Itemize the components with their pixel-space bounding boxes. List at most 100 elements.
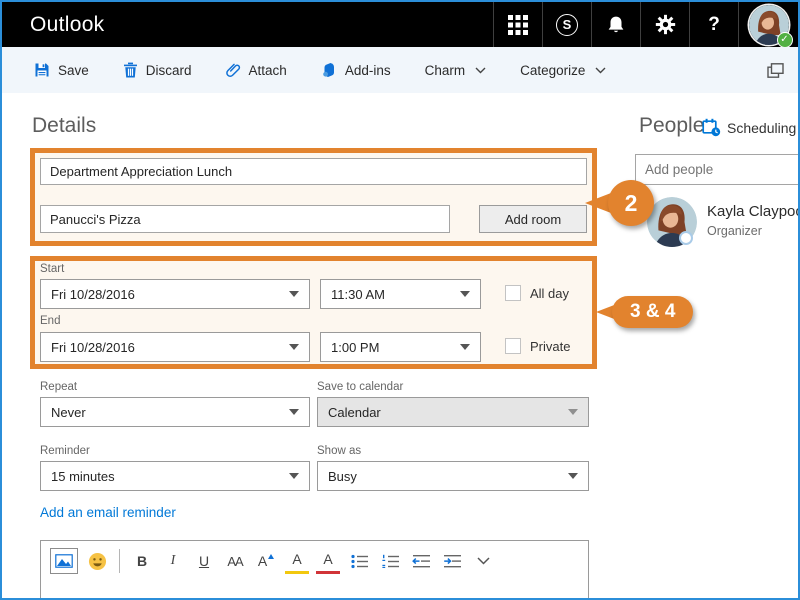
settings-button[interactable] (640, 2, 689, 47)
private-checkbox[interactable] (505, 338, 521, 354)
notifications-button[interactable] (591, 2, 640, 47)
bullet-list-button[interactable] (347, 548, 371, 574)
people-heading: People (639, 114, 705, 137)
chevron-down-icon (595, 67, 606, 73)
repeat-label: Repeat (40, 381, 78, 393)
event-location-input[interactable] (40, 205, 450, 233)
end-time-value: 1:00 PM (331, 339, 380, 355)
addins-icon (323, 63, 334, 77)
repeat-dropdown[interactable]: Never (40, 397, 310, 427)
command-bar: Save Discard Attach Add-ins Charm Catego… (2, 47, 798, 93)
add-room-label: Add room (504, 211, 562, 227)
bold-glyph: B (136, 553, 148, 569)
end-date-dropdown[interactable]: Fri 10/28/2016 (40, 332, 310, 362)
font-size-button[interactable]: A (254, 548, 278, 574)
skype-button[interactable]: S (542, 2, 591, 47)
scheduling-calendar-icon (702, 118, 721, 137)
save-to-calendar-dropdown: Calendar (317, 397, 589, 427)
dropdown-caret-icon (289, 409, 299, 415)
start-date-dropdown[interactable]: Fri 10/28/2016 (40, 279, 310, 309)
reminder-dropdown[interactable]: 15 minutes (40, 461, 310, 491)
add-room-button[interactable]: Add room (479, 205, 587, 233)
dropdown-caret-icon (568, 409, 578, 415)
insert-image-button[interactable] (50, 548, 78, 574)
start-time-value: 11:30 AM (331, 286, 385, 302)
attendee-name: Kayla Claypool (707, 203, 800, 220)
dropdown-caret-icon (289, 291, 299, 297)
toolbar-divider (119, 549, 120, 573)
indent-icon (443, 554, 461, 567)
bold-button[interactable]: B (130, 548, 154, 574)
app-launcher-button[interactable] (493, 2, 542, 47)
add-people-input[interactable] (635, 154, 798, 185)
attendee-role: Organizer (707, 224, 762, 238)
start-time-dropdown[interactable]: 11:30 AM (320, 279, 481, 309)
all-day-label: All day (530, 286, 570, 301)
skype-icon: S (556, 13, 578, 36)
add-email-reminder-link[interactable]: Add an email reminder (40, 505, 176, 520)
gear-icon (655, 14, 675, 35)
event-body-editor[interactable]: B I U AA A A A (40, 540, 589, 598)
all-day-checkbox[interactable] (505, 285, 521, 301)
attach-label: Attach (248, 62, 287, 78)
size-caret-icon (268, 553, 275, 559)
skype-letter: S (562, 17, 572, 32)
save-button[interactable]: Save (34, 62, 89, 78)
start-date-value: Fri 10/28/2016 (51, 286, 135, 302)
help-button[interactable]: ? (689, 2, 738, 47)
attendee-avatar (647, 197, 697, 247)
top-app-bar: Outlook S ? ✓ (2, 2, 798, 48)
dropdown-caret-icon (460, 291, 470, 297)
font-button[interactable]: AA (223, 548, 247, 574)
callout-2-text: 2 (624, 189, 638, 216)
bullet-list-icon (350, 554, 368, 568)
help-icon: ? (708, 13, 720, 35)
save-to-calendar-value: Calendar (328, 404, 381, 420)
dropdown-caret-icon (568, 473, 578, 479)
highlight-glyph: A (292, 551, 302, 568)
italic-button[interactable]: I (161, 548, 185, 574)
show-as-value: Busy (328, 468, 357, 484)
increase-indent-button[interactable] (440, 548, 464, 574)
italic-glyph: I (170, 553, 176, 568)
event-title-input[interactable] (40, 158, 587, 185)
show-as-label: Show as (317, 445, 362, 457)
outdent-icon (411, 554, 430, 567)
bell-icon (608, 16, 624, 32)
account-menu-button[interactable]: ✓ (738, 2, 798, 48)
scheduling-assistant-button[interactable]: Scheduling (702, 118, 796, 137)
insert-emoji-button[interactable] (85, 548, 109, 574)
end-time-dropdown[interactable]: 1:00 PM (320, 332, 481, 362)
reminder-value: 15 minutes (51, 468, 115, 484)
save-label: Save (58, 62, 89, 78)
discard-button[interactable]: Discard (123, 62, 192, 78)
font-size-glyph: A (257, 553, 268, 569)
trash-icon (123, 62, 137, 78)
charm-menu-button[interactable]: Charm (425, 63, 487, 78)
highlight-color-button[interactable]: A (285, 548, 309, 574)
presence-indicator-icon (679, 231, 693, 245)
numbered-list-icon (381, 554, 399, 568)
font-color-glyph: A (323, 551, 333, 568)
private-label: Private (530, 339, 571, 354)
app-launcher-grid-icon (508, 14, 528, 35)
font-color-button[interactable]: A (316, 548, 340, 574)
more-formatting-button[interactable] (471, 548, 495, 574)
repeat-value: Never (51, 404, 86, 420)
open-in-new-window-button[interactable] (767, 62, 784, 78)
addins-label: Add-ins (344, 62, 391, 78)
callout-3-4-text: 3 & 4 (630, 301, 676, 322)
dropdown-caret-icon (460, 344, 470, 350)
addins-button[interactable]: Add-ins (321, 62, 391, 78)
popout-window-icon (767, 62, 784, 78)
attach-button[interactable]: Attach (225, 62, 287, 79)
decrease-indent-button[interactable] (409, 548, 433, 574)
show-as-dropdown[interactable]: Busy (317, 461, 589, 491)
categorize-menu-button[interactable]: Categorize (520, 63, 606, 78)
start-label: Start (40, 263, 65, 275)
underline-button[interactable]: U (192, 548, 216, 574)
reminder-label: Reminder (40, 445, 90, 457)
numbered-list-button[interactable] (378, 548, 402, 574)
save-icon (35, 63, 49, 77)
